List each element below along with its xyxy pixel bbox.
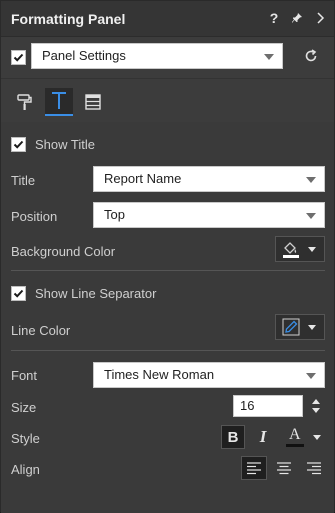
title-field-label: Title [11,173,36,188]
align-label: Align [11,462,40,477]
pin-icon[interactable] [288,9,306,27]
chevron-up-icon[interactable] [312,399,320,404]
divider [11,350,325,351]
show-line-separator-label: Show Line Separator [35,286,157,301]
show-line-separator-checkbox[interactable] [11,286,26,301]
show-title-label: Show Title [35,137,95,152]
panel-title: Formatting Panel [11,11,126,27]
chevron-down-icon [264,54,274,60]
format-tabs [1,80,334,122]
chevron-down-icon [313,435,321,440]
align-left-icon [247,462,261,475]
align-right-icon [307,462,321,475]
position-label: Position [11,209,58,224]
panel-settings-row: Panel Settings [1,37,334,79]
formatting-panel: Formatting Panel ? Panel Settings Show T… [0,0,335,513]
font-color-swatch [286,444,304,447]
chevron-down-icon[interactable] [312,408,320,413]
table-icon[interactable] [79,88,107,116]
panel-titlebar: Formatting Panel ? [1,1,334,37]
chevron-down-icon [306,213,316,219]
panel-settings-select[interactable]: Panel Settings [31,43,283,69]
title-select-value: Report Name [104,171,182,186]
style-label: Style [11,431,40,446]
chevron-right-icon[interactable] [311,9,329,27]
size-label: Size [11,400,37,415]
align-center-icon [277,462,291,475]
background-color-label: Background Color [11,244,116,259]
font-color-picker[interactable]: A [284,425,326,449]
position-select[interactable]: Top [93,202,325,228]
format-body: Show Title Title Report Name Position To… [1,122,334,513]
font-size-value: 16 [240,398,255,413]
refresh-icon[interactable] [303,48,319,67]
font-select-value: Times New Roman [104,367,215,382]
title-select[interactable]: Report Name [93,166,325,192]
panel-settings-checkbox[interactable] [11,50,26,65]
font-label: Font [11,368,38,383]
italic-button[interactable]: I [251,425,275,449]
paint-roller-icon[interactable] [11,88,39,116]
font-size-input[interactable]: 16 [233,395,303,417]
align-center-button[interactable] [271,456,297,480]
align-right-button[interactable] [301,456,327,480]
line-color-label: Line Color [11,323,71,338]
align-left-button[interactable] [241,456,267,480]
chevron-down-icon [308,325,316,330]
panel-settings-value: Panel Settings [42,48,126,63]
help-icon[interactable]: ? [265,9,283,27]
font-size-stepper[interactable] [309,395,323,417]
background-color-picker[interactable] [275,236,325,262]
divider [11,270,325,271]
chevron-down-icon [308,247,316,252]
position-select-value: Top [104,207,125,222]
chevron-down-icon [306,177,316,183]
chevron-down-icon [306,373,316,379]
line-color-picker[interactable] [275,314,325,340]
text-format-icon[interactable] [45,88,73,116]
pencil-icon [282,318,300,336]
font-color-icon: A [289,426,301,443]
paint-bucket-icon [283,242,299,258]
show-title-checkbox[interactable] [11,137,26,152]
font-select[interactable]: Times New Roman [93,362,325,388]
bold-button[interactable]: B [221,425,245,449]
